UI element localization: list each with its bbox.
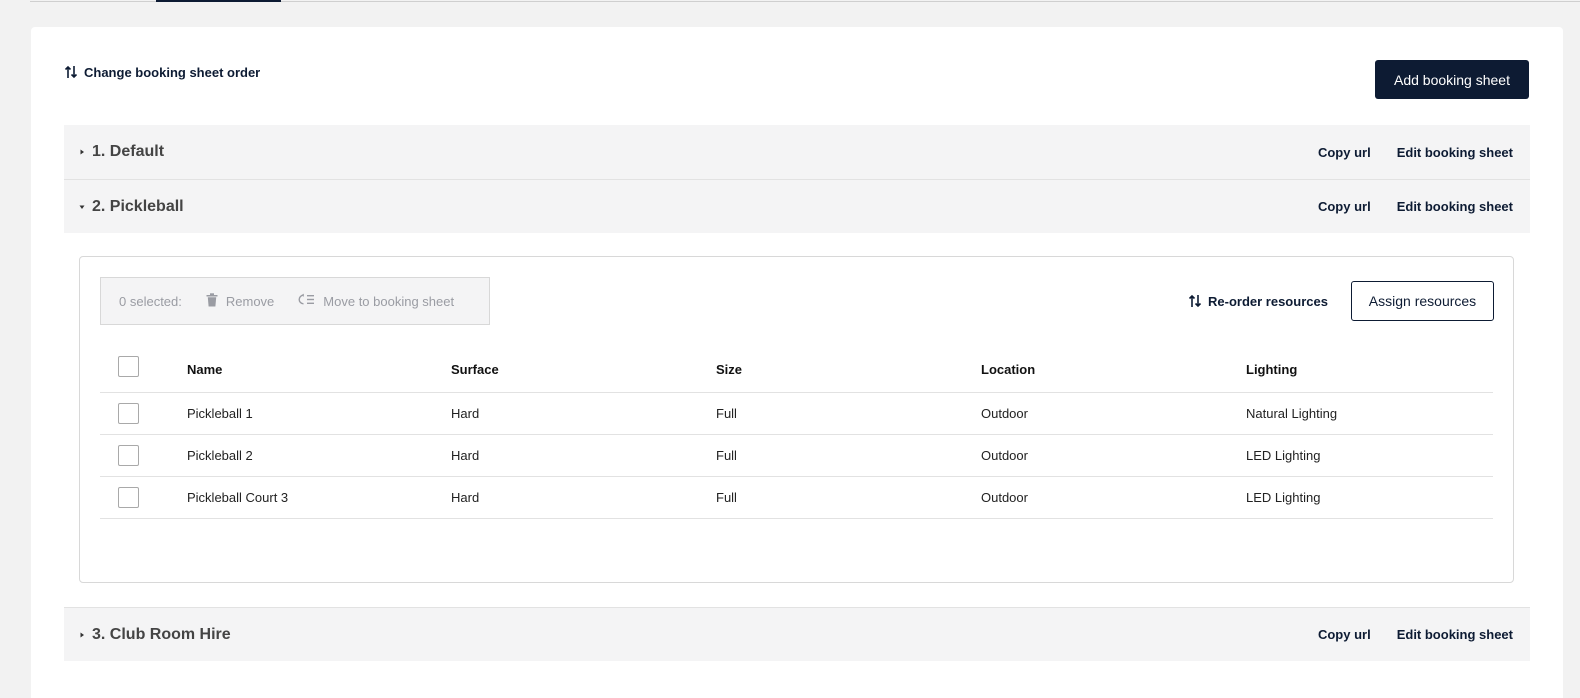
resources-table: Name Surface Size Location Lighting Pick…	[100, 347, 1493, 519]
edit-booking-sheet-link[interactable]: Edit booking sheet	[1397, 145, 1513, 160]
cell-name: Pickleball 1	[187, 406, 253, 421]
add-booking-sheet-button[interactable]: Add booking sheet	[1375, 60, 1529, 99]
assign-resources-button[interactable]: Assign resources	[1351, 281, 1494, 321]
table-row[interactable]: Pickleball Court 3 Hard Full Outdoor LED…	[100, 477, 1493, 519]
column-header-lighting[interactable]: Lighting	[1246, 362, 1297, 377]
row-checkbox[interactable]	[118, 403, 139, 424]
cell-location: Outdoor	[981, 490, 1028, 505]
change-booking-sheet-order-label: Change booking sheet order	[84, 64, 261, 80]
move-label: Move to booking sheet	[323, 293, 455, 309]
move-list-icon	[298, 293, 315, 309]
booking-sheet-row-pickleball[interactable]: 2. Pickleball Copy url Edit booking shee…	[64, 179, 1530, 233]
booking-sheet-title: 2. Pickleball	[92, 197, 184, 215]
booking-sheet-row-club-room-hire[interactable]: 3. Club Room Hire Copy url Edit booking …	[64, 607, 1530, 661]
sort-arrows-icon	[1188, 293, 1202, 309]
column-header-name[interactable]: Name	[187, 362, 222, 377]
remove-button[interactable]: Remove	[206, 292, 275, 310]
cell-surface: Hard	[451, 448, 480, 463]
copy-url-link[interactable]: Copy url	[1318, 627, 1371, 642]
booking-sheet-row-default[interactable]: 1. Default Copy url Edit booking sheet	[64, 125, 1530, 179]
edit-booking-sheet-link[interactable]: Edit booking sheet	[1397, 627, 1513, 642]
cell-name: Pickleball 2	[187, 448, 253, 463]
copy-url-link[interactable]: Copy url	[1318, 199, 1371, 214]
row-checkbox[interactable]	[118, 487, 139, 508]
table-row[interactable]: Pickleball 1 Hard Full Outdoor Natural L…	[100, 393, 1493, 435]
pickleball-resources-panel: 0 selected: Remove Move to booking sheet…	[79, 256, 1514, 583]
caret-right-icon[interactable]	[79, 632, 85, 638]
edit-booking-sheet-link[interactable]: Edit booking sheet	[1397, 199, 1513, 214]
re-order-resources-link[interactable]: Re-order resources	[1188, 293, 1328, 309]
cell-size: Full	[716, 490, 737, 505]
tab-strip	[0, 0, 1580, 3]
column-header-size[interactable]: Size	[716, 362, 742, 377]
caret-right-icon[interactable]	[79, 149, 85, 155]
cell-surface: Hard	[451, 490, 480, 505]
copy-url-link[interactable]: Copy url	[1318, 145, 1371, 160]
cell-lighting: LED Lighting	[1246, 490, 1321, 505]
booking-sheet-title: 1. Default	[92, 143, 165, 160]
booking-sheet-title: 3. Club Room Hire	[92, 625, 231, 643]
bulk-actions-bar: 0 selected: Remove Move to booking sheet	[100, 277, 490, 325]
change-booking-sheet-order-link[interactable]: Change booking sheet order	[64, 64, 260, 80]
active-tab-indicator	[156, 0, 281, 2]
trash-icon	[206, 292, 218, 310]
cell-location: Outdoor	[981, 406, 1028, 421]
cell-size: Full	[716, 406, 737, 421]
selected-count: 0 selected:	[119, 293, 182, 309]
row-checkbox[interactable]	[118, 445, 139, 466]
move-to-booking-sheet-button[interactable]: Move to booking sheet	[298, 293, 454, 309]
column-header-surface[interactable]: Surface	[451, 362, 499, 377]
cell-lighting: Natural Lighting	[1246, 406, 1338, 421]
column-header-location[interactable]: Location	[981, 362, 1035, 377]
caret-down-icon[interactable]	[79, 204, 85, 210]
table-row[interactable]: Pickleball 2 Hard Full Outdoor LED Light…	[100, 435, 1493, 477]
cell-location: Outdoor	[981, 448, 1028, 463]
select-all-checkbox[interactable]	[118, 356, 139, 377]
cell-name: Pickleball Court 3	[187, 490, 289, 505]
cell-lighting: LED Lighting	[1246, 448, 1321, 463]
table-header-row: Name Surface Size Location Lighting	[100, 347, 1493, 393]
cell-size: Full	[716, 448, 737, 463]
remove-label: Remove	[225, 293, 275, 309]
sort-arrows-icon	[64, 64, 78, 80]
re-order-resources-label: Re-order resources	[1208, 293, 1328, 309]
cell-surface: Hard	[451, 406, 480, 421]
